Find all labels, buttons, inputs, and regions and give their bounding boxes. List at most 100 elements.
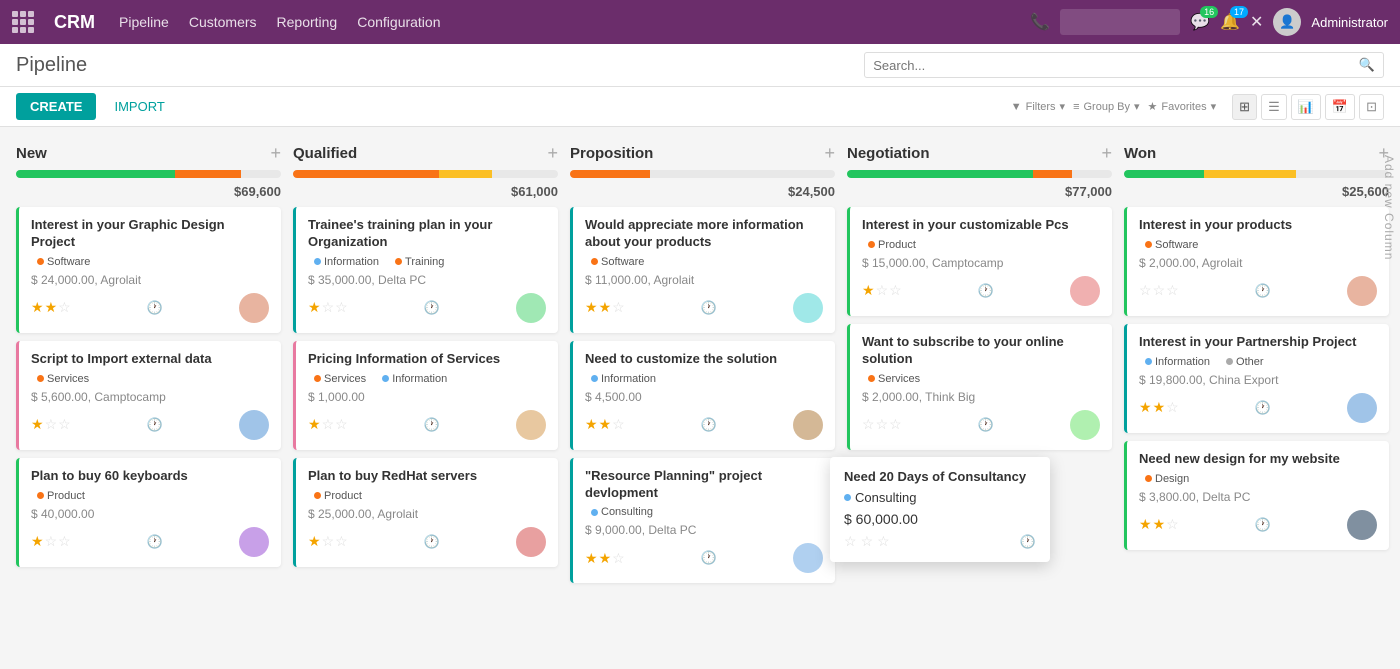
star-1[interactable]: ★ — [308, 533, 321, 550]
star-2[interactable]: ☆ — [1153, 282, 1166, 299]
star-2[interactable]: ☆ — [322, 299, 335, 316]
star-3[interactable]: ☆ — [1166, 282, 1179, 299]
card-tags: Services — [862, 372, 1100, 386]
table-row[interactable]: Interest in your products Software $ 2,0… — [1124, 207, 1389, 316]
tooltip-star2[interactable]: ☆ — [861, 533, 874, 550]
card-tags: Software — [1139, 238, 1377, 252]
star-3[interactable]: ☆ — [889, 416, 902, 433]
avatar[interactable]: 👤 — [1273, 8, 1301, 36]
table-row[interactable]: "Resource Planning" project devlopment C… — [570, 458, 835, 584]
star-3[interactable]: ☆ — [612, 299, 625, 316]
filters-dropdown[interactable]: ▼ Filters ▾ — [1011, 100, 1065, 113]
card-title: Would appreciate more information about … — [585, 217, 823, 251]
star-1[interactable]: ★ — [585, 299, 598, 316]
card-tags: Information — [585, 372, 823, 386]
star-1[interactable]: ★ — [308, 416, 321, 433]
menu-reporting[interactable]: Reporting — [277, 14, 338, 30]
star-3[interactable]: ☆ — [612, 550, 625, 567]
create-button[interactable]: CREATE — [16, 93, 96, 120]
star-3[interactable]: ☆ — [335, 416, 348, 433]
table-row[interactable]: Script to Import external data Services … — [16, 341, 281, 450]
column-add-btn-proposition[interactable]: + — [824, 143, 835, 164]
star-2[interactable]: ★ — [599, 550, 612, 567]
table-row[interactable]: Plan to buy 60 keyboards Product $ 40,00… — [16, 458, 281, 567]
search-input[interactable] — [873, 58, 1359, 73]
phone-icon[interactable]: 📞 — [1030, 12, 1050, 32]
star-3[interactable]: ☆ — [1166, 516, 1179, 533]
column-add-btn-qualified[interactable]: + — [547, 143, 558, 164]
star-1[interactable]: ★ — [585, 550, 598, 567]
tag: Software — [1139, 238, 1204, 252]
column-add-btn-new[interactable]: + — [270, 143, 281, 164]
groupby-icon: ≡ — [1073, 101, 1079, 113]
pivot-view-icon[interactable]: ⊡ — [1359, 94, 1384, 120]
star-icon: ★ — [1148, 100, 1158, 113]
tooltip-star1[interactable]: ☆ — [844, 533, 857, 550]
star-2[interactable]: ★ — [1153, 516, 1166, 533]
apps-grid[interactable] — [12, 11, 34, 33]
avatar — [239, 527, 269, 557]
kanban-view-icon[interactable]: ⊞ — [1232, 94, 1257, 120]
chart-view-icon[interactable]: 📊 — [1291, 94, 1321, 120]
star-1[interactable]: ★ — [1139, 516, 1152, 533]
star-2[interactable]: ★ — [599, 299, 612, 316]
star-1[interactable]: ★ — [31, 533, 44, 550]
tooltip-card: Need 20 Days of Consultancy Consulting $… — [830, 457, 1050, 562]
table-row[interactable]: Interest in your Graphic Design Project … — [16, 207, 281, 333]
star-2[interactable]: ★ — [599, 416, 612, 433]
table-row[interactable]: Interest in your customizable Pcs Produc… — [847, 207, 1112, 316]
import-button[interactable]: IMPORT — [104, 93, 174, 120]
table-row[interactable]: Trainee's training plan in your Organiza… — [293, 207, 558, 333]
menu-customers[interactable]: Customers — [189, 14, 257, 30]
menu-pipeline[interactable]: Pipeline — [119, 14, 169, 30]
notification-icon[interactable]: 🔔 17 — [1220, 12, 1240, 32]
table-row[interactable]: Want to subscribe to your online solutio… — [847, 324, 1112, 450]
tag-label: Information — [392, 373, 447, 385]
table-row[interactable]: Pricing Information of Services Services… — [293, 341, 558, 450]
star-2[interactable]: ★ — [1153, 399, 1166, 416]
groupby-dropdown[interactable]: ≡ Group By ▾ — [1073, 100, 1139, 113]
star-1[interactable]: ★ — [1139, 399, 1152, 416]
add-column-button[interactable]: Add new Column — [1378, 147, 1400, 268]
table-row[interactable]: Would appreciate more information about … — [570, 207, 835, 333]
star-2[interactable]: ☆ — [45, 416, 58, 433]
star-2[interactable]: ☆ — [876, 282, 889, 299]
star-2[interactable]: ★ — [45, 299, 58, 316]
column-add-btn-negotiation[interactable]: + — [1101, 143, 1112, 164]
star-1[interactable]: ★ — [585, 416, 598, 433]
table-row[interactable]: Interest in your Partnership Project Inf… — [1124, 324, 1389, 433]
star-2[interactable]: ☆ — [45, 533, 58, 550]
star-3[interactable]: ☆ — [1166, 399, 1179, 416]
star-1[interactable]: ☆ — [862, 416, 875, 433]
favorites-dropdown[interactable]: ★ Favorites ▾ — [1148, 100, 1217, 113]
menu-configuration[interactable]: Configuration — [357, 14, 440, 30]
star-3[interactable]: ☆ — [889, 282, 902, 299]
table-row[interactable]: Need to customize the solution Informati… — [570, 341, 835, 450]
card-title: Script to Import external data — [31, 351, 269, 368]
list-view-icon[interactable]: ☰ — [1261, 94, 1287, 120]
star-3[interactable]: ☆ — [612, 416, 625, 433]
avatar — [239, 293, 269, 323]
star-3[interactable]: ☆ — [335, 299, 348, 316]
star-3[interactable]: ☆ — [58, 299, 71, 316]
tooltip-star3[interactable]: ☆ — [877, 533, 890, 550]
card-tags: InformationTraining — [308, 255, 546, 269]
table-row[interactable]: Plan to buy RedHat servers Product $ 25,… — [293, 458, 558, 567]
calendar-view-icon[interactable]: 📅 — [1325, 94, 1355, 120]
star-1[interactable]: ☆ — [1139, 282, 1152, 299]
close-icon[interactable]: ✕ — [1250, 12, 1263, 32]
star-1[interactable]: ★ — [308, 299, 321, 316]
table-row[interactable]: Need new design for my website Design $ … — [1124, 441, 1389, 550]
star-2[interactable]: ☆ — [876, 416, 889, 433]
star-3[interactable]: ☆ — [58, 533, 71, 550]
chat-icon[interactable]: 💬 16 — [1190, 12, 1210, 32]
star-3[interactable]: ☆ — [335, 533, 348, 550]
star-3[interactable]: ☆ — [58, 416, 71, 433]
star-1[interactable]: ★ — [31, 416, 44, 433]
card-footer: ★☆☆ 🕐 — [308, 293, 546, 323]
tag: Information — [376, 372, 453, 386]
star-1[interactable]: ★ — [31, 299, 44, 316]
star-1[interactable]: ★ — [862, 282, 875, 299]
star-2[interactable]: ☆ — [322, 416, 335, 433]
star-2[interactable]: ☆ — [322, 533, 335, 550]
